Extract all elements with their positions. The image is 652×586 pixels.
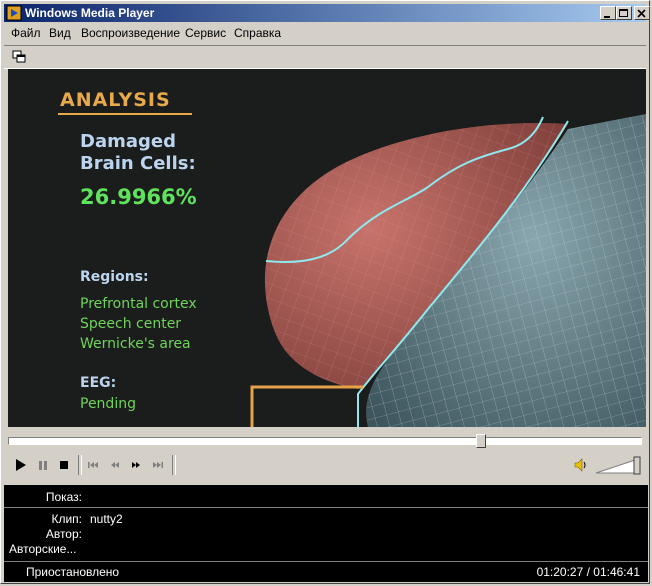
info-panel: Показ: Клип: nutty2 Автор: Авторские... [4,485,648,561]
overlay-eeg-label: EEG: [80,375,117,391]
wmp-window: Windows Media Player Файл Вид Воспроизве… [0,0,650,584]
author-label: Автор: [45,527,82,541]
play-icon[interactable] [12,456,30,474]
compact-mode-icon[interactable] [12,50,26,64]
menu-help[interactable]: Справка [234,26,281,40]
volume-thumb[interactable] [633,456,641,475]
maximize-icon [619,9,628,17]
overlay-region-item: Speech center [80,316,182,332]
window-title: Windows Media Player [25,6,155,20]
overlay-regions-label: Regions: [80,269,149,285]
menu-view[interactable]: Вид [49,26,71,40]
separator [172,455,176,475]
brain-scan-image [58,113,646,427]
overlay-heading: ANALYSIS [60,89,171,111]
show-label: Показ: [45,490,82,504]
pause-icon[interactable] [34,456,52,474]
divider [4,507,648,508]
clip-value: nutty2 [90,512,123,526]
menu-bar: Файл Вид Воспроизведение Сервис Справка [4,23,646,43]
transport-controls [8,452,646,478]
clip-label: Клип: [51,512,82,526]
rewind-icon[interactable] [106,456,124,474]
seek-track[interactable] [8,437,642,445]
overlay-region-item: Wernicke's area [80,336,191,352]
stop-icon[interactable] [55,456,73,474]
skip-back-icon[interactable] [84,456,102,474]
skip-forward-icon[interactable] [149,456,167,474]
video-display[interactable]: ANALYSIS Damaged Brain Cells: 26.9966% R… [8,69,646,427]
status-bar: Приостановлено 01:20:27 / 01:46:41 [4,561,648,582]
menu-playback[interactable]: Воспроизведение [81,26,180,40]
maximize-button[interactable] [616,6,632,20]
copyright-label: Авторские... [9,542,77,556]
title-bar[interactable]: Windows Media Player [4,4,650,22]
wmp-app-icon [6,5,22,21]
close-icon [637,9,646,18]
overlay-damaged-line2: Brain Cells: [80,153,196,174]
toolbar [4,45,646,69]
fast-forward-icon[interactable] [127,456,145,474]
close-button[interactable] [634,6,650,20]
speaker-icon[interactable] [572,456,590,474]
minimize-button[interactable] [600,6,616,20]
playback-state: Приостановлено [26,565,120,579]
overlay-percentage: 26.9966% [80,185,197,209]
volume-slider[interactable] [594,455,642,475]
time-readout: 01:20:27 / 01:46:41 [536,565,640,579]
minimize-icon [604,16,610,18]
seek-thumb[interactable] [476,434,486,448]
overlay-damaged-line1: Damaged [80,131,176,152]
seek-bar[interactable] [8,434,642,448]
separator [78,455,82,475]
overlay-region-item: Prefrontal cortex [80,296,197,312]
menu-file[interactable]: Файл [11,26,41,40]
overlay-damaged-label: Damaged Brain Cells: [80,131,196,175]
menu-tools[interactable]: Сервис [185,26,226,40]
overlay-eeg-status: Pending [80,396,136,412]
